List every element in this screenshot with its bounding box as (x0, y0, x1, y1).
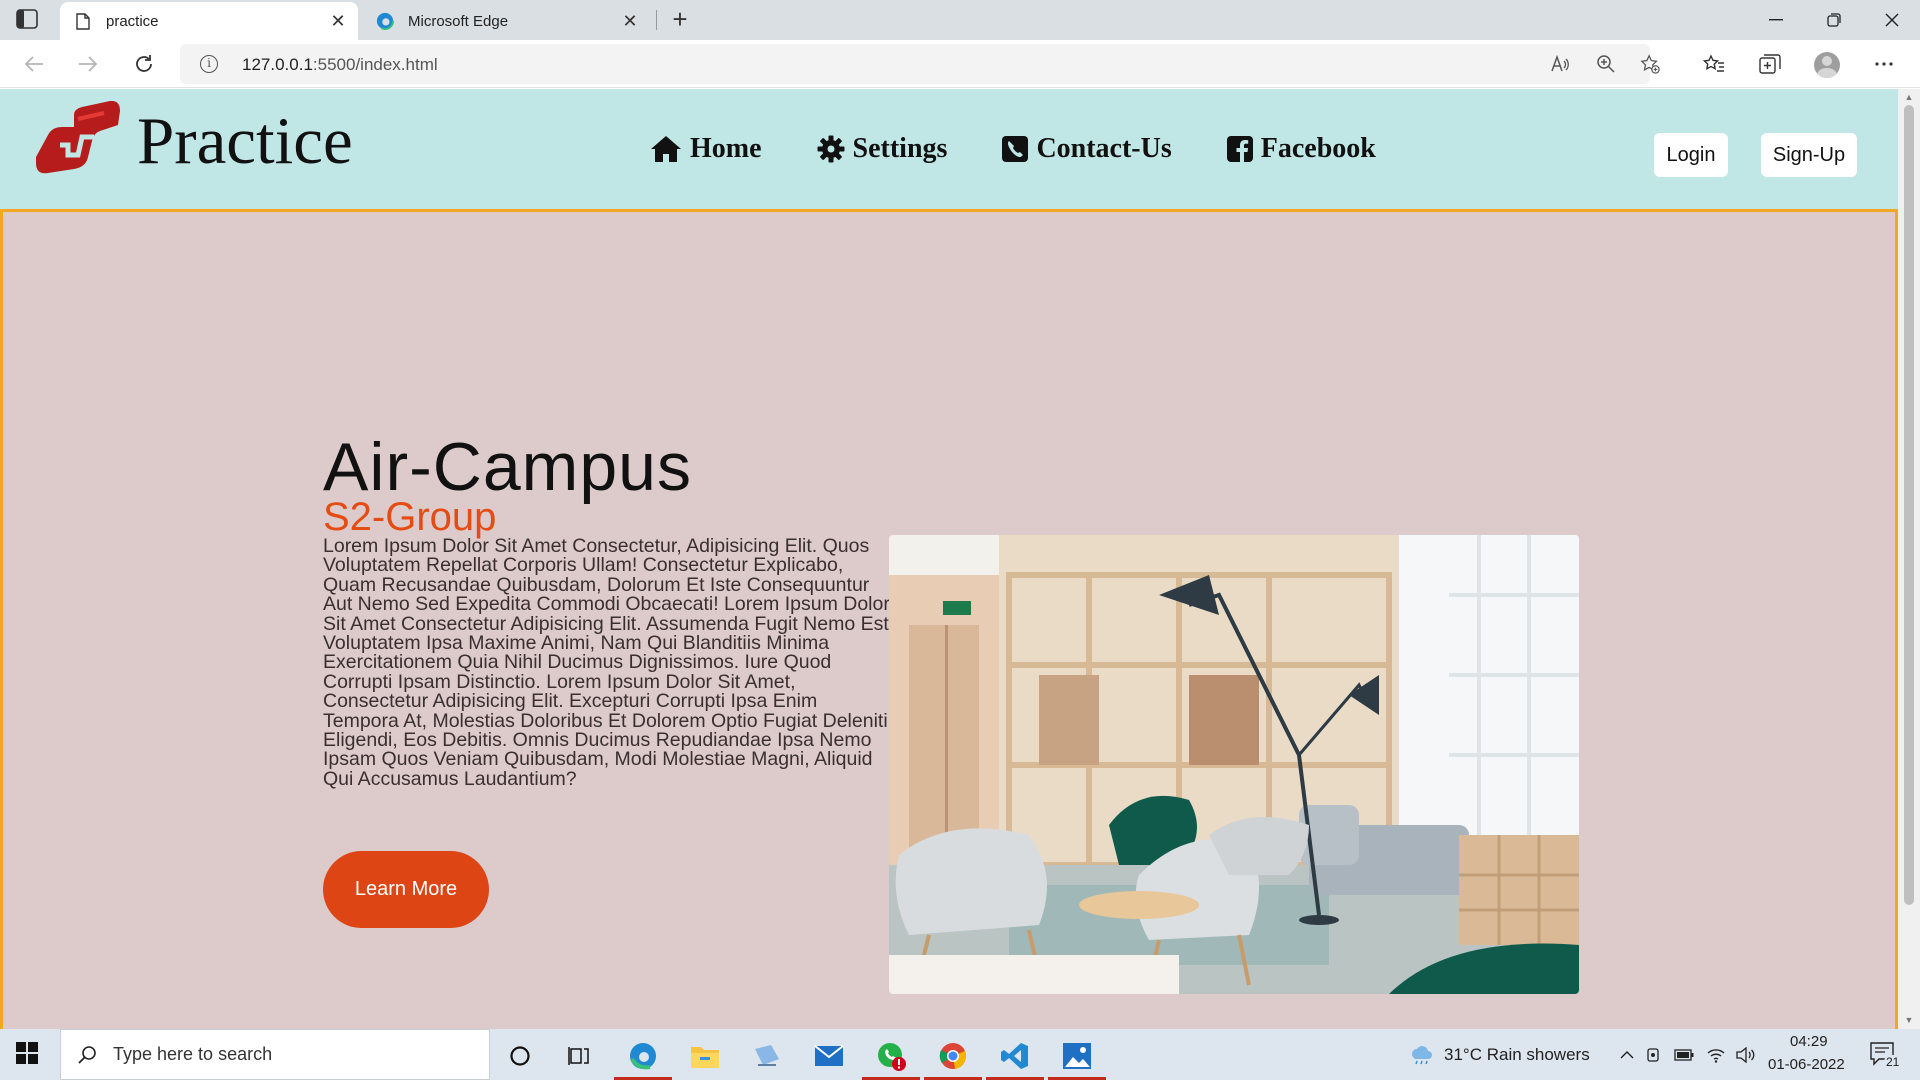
nav-settings[interactable]: Settings (817, 133, 948, 165)
new-tab-button[interactable]: + (666, 6, 694, 34)
hero-description: Lorem Ipsum Dolor Sit Amet Consectetur, … (323, 535, 890, 790)
hero-section: Air-Campus S2-Group Lorem Ipsum Dolor Si… (0, 209, 1898, 1029)
chevron-up-icon[interactable] (1617, 1045, 1637, 1065)
desktop-app-icon[interactable] (738, 1034, 796, 1078)
taskbar-edge-icon[interactable] (614, 1034, 672, 1080)
notification-count-badge: 21 (1884, 1055, 1902, 1069)
page-scrollbar[interactable]: ▲ ▼ (1898, 89, 1920, 1029)
clock-date[interactable]: 01-06-2022 (1768, 1056, 1845, 1073)
nav-contact-label: Contact-Us (1036, 133, 1172, 164)
main-nav: Home Settings Contact-Us Facebook (650, 133, 1431, 165)
meet-now-icon[interactable] (1644, 1045, 1664, 1065)
collections-icon[interactable] (1758, 52, 1782, 76)
facebook-icon (1226, 136, 1253, 162)
scroll-down-icon[interactable]: ▼ (1904, 1015, 1914, 1025)
tab-divider (656, 10, 657, 30)
site-logo-text[interactable]: Practice (137, 103, 353, 180)
tab-microsoft-edge[interactable]: Microsoft Edge ✕ (362, 2, 650, 40)
zoom-icon[interactable] (1596, 54, 1616, 74)
site-header: Practice Home Settings Contact-Us Facebo… (0, 89, 1898, 209)
file-explorer-icon[interactable] (676, 1034, 734, 1078)
volume-icon[interactable] (1736, 1045, 1756, 1065)
url-path: :5500/index.html (312, 55, 438, 74)
address-bar[interactable]: i 127.0.0.1:5500/index.html (180, 44, 1660, 84)
phone-icon (1002, 136, 1029, 162)
hero-subtitle: S2-Group (323, 495, 497, 539)
nav-home-label: Home (690, 133, 762, 164)
scroll-up-icon[interactable]: ▲ (1904, 92, 1914, 102)
signup-button[interactable]: Sign-Up (1761, 133, 1857, 177)
wifi-icon[interactable] (1706, 1045, 1726, 1065)
login-button[interactable]: Login (1654, 133, 1728, 177)
edge-icon (376, 12, 394, 30)
nav-facebook-label: Facebook (1260, 133, 1376, 164)
browser-tab-strip: practice ✕ Microsoft Edge ✕ + (0, 0, 1920, 40)
office-interior-image (889, 535, 1579, 994)
weather-text[interactable]: 31°C Rain showers (1444, 1045, 1590, 1065)
weather-icon[interactable] (1408, 1045, 1434, 1065)
nav-settings-label: Settings (852, 133, 948, 164)
task-view-icon[interactable] (550, 1034, 608, 1078)
home-icon (651, 136, 681, 162)
scrollbar-thumb[interactable] (1904, 105, 1914, 905)
url-host: 127.0.0.1 (242, 55, 313, 74)
learn-more-button[interactable]: Learn More (323, 851, 489, 928)
taskbar-search-box[interactable]: Type here to search (60, 1029, 490, 1080)
url-text[interactable]: 127.0.0.1:5500/index.html (242, 55, 438, 75)
browser-toolbar: i 127.0.0.1:5500/index.html (0, 40, 1920, 88)
more-options-icon[interactable] (1872, 52, 1896, 76)
whatsapp-icon[interactable] (862, 1034, 920, 1080)
nav-home[interactable]: Home (650, 133, 762, 165)
minimize-button[interactable] (1748, 0, 1804, 40)
add-favorite-icon[interactable] (1640, 54, 1660, 74)
mail-icon[interactable] (800, 1034, 858, 1078)
vscode-icon[interactable] (986, 1034, 1044, 1080)
photos-icon[interactable] (1048, 1034, 1106, 1080)
favorites-icon[interactable] (1702, 52, 1726, 76)
windows-start-icon[interactable] (16, 1042, 40, 1066)
search-icon (78, 1045, 96, 1064)
gear-icon (817, 135, 845, 163)
battery-icon[interactable] (1674, 1045, 1694, 1065)
close-window-button[interactable] (1864, 0, 1920, 40)
forward-button[interactable] (72, 48, 104, 80)
tab-actions-icon[interactable] (16, 9, 40, 31)
clock-time[interactable]: 04:29 (1790, 1033, 1828, 1050)
site-info-icon[interactable]: i (200, 55, 218, 73)
tab-practice[interactable]: practice ✕ (60, 2, 358, 40)
close-tab-icon[interactable]: ✕ (616, 7, 644, 35)
nav-facebook[interactable]: Facebook (1226, 133, 1376, 165)
tab-title: Microsoft Edge (408, 12, 509, 30)
restore-button[interactable] (1806, 0, 1862, 40)
profile-avatar[interactable] (1814, 52, 1840, 78)
tab-title: practice (106, 12, 159, 30)
search-placeholder: Type here to search (113, 1044, 273, 1064)
nav-contact-us[interactable]: Contact-Us (1002, 133, 1172, 165)
chrome-icon[interactable] (924, 1034, 982, 1080)
windows-taskbar: Type here to search 31°C Rain showers 04… (0, 1029, 1920, 1080)
back-button[interactable] (18, 48, 50, 80)
read-aloud-icon[interactable] (1550, 54, 1570, 74)
refresh-button[interactable] (128, 48, 160, 80)
page-icon (74, 12, 92, 30)
close-tab-icon[interactable]: ✕ (324, 7, 352, 35)
cortana-icon[interactable] (491, 1034, 549, 1078)
page-viewport: Practice Home Settings Contact-Us Facebo… (0, 89, 1898, 1029)
practice-logo-icon[interactable] (34, 100, 122, 177)
